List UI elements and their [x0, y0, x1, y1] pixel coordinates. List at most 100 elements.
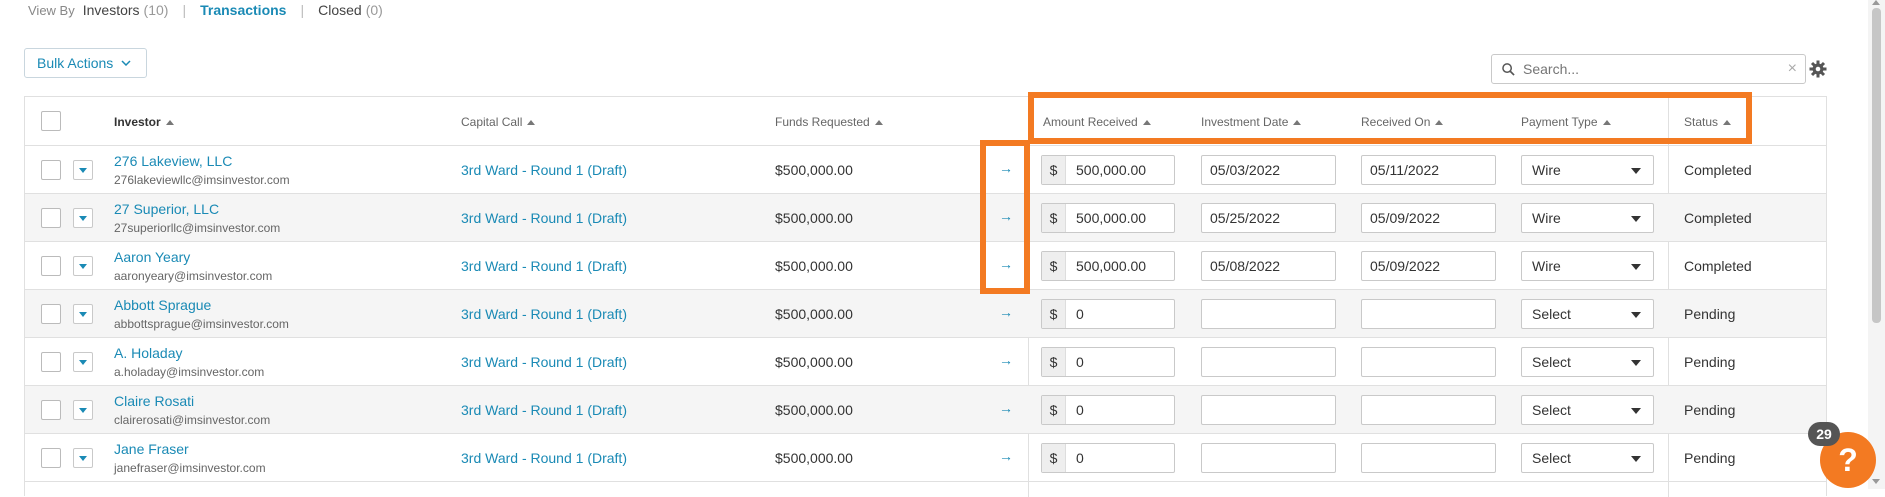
row-menu-button[interactable]	[73, 208, 93, 228]
row-menu-button[interactable]	[73, 448, 93, 468]
col-received-on[interactable]: Received On	[1361, 115, 1444, 129]
sort-asc-icon	[1293, 120, 1302, 125]
row-checkbox[interactable]	[41, 160, 61, 180]
received-on-field[interactable]: 05/09/2022	[1361, 203, 1496, 233]
investor-name-link[interactable]: Abbott Sprague	[114, 297, 211, 313]
received-on-field[interactable]: 05/09/2022	[1361, 251, 1496, 281]
row-checkbox[interactable]	[41, 208, 61, 228]
investment-date-field[interactable]	[1201, 443, 1336, 473]
table-row: Jane Fraser janefraser@imsinvestor.com 3rd…	[25, 434, 1826, 482]
copy-amount-arrow-icon[interactable]: →	[999, 352, 1013, 368]
payment-type-select[interactable]: Wire	[1521, 203, 1654, 233]
col-payment-type[interactable]: Payment Type	[1521, 115, 1611, 129]
amount-received-value: 0	[1076, 306, 1084, 322]
copy-amount-arrow-icon[interactable]: →	[999, 304, 1013, 320]
payment-type-select[interactable]: Select	[1521, 347, 1654, 377]
row-menu-button[interactable]	[73, 256, 93, 276]
currency-symbol: $	[1042, 252, 1066, 280]
view-by-transactions[interactable]: Transactions	[200, 2, 286, 18]
row-checkbox[interactable]	[41, 352, 61, 372]
investor-name-link[interactable]: 276 Lakeview, LLC	[114, 153, 232, 169]
row-checkbox[interactable]	[41, 256, 61, 276]
received-on-field[interactable]	[1361, 347, 1496, 377]
investor-name-link[interactable]: Jane Fraser	[114, 441, 189, 457]
capital-call-link[interactable]: 3rd Ward - Round 1 (Draft)	[461, 354, 627, 370]
scroll-up-icon	[1872, 0, 1880, 5]
amount-received-field[interactable]: $500,000.00	[1041, 251, 1175, 281]
select-all-checkbox[interactable]	[41, 111, 61, 131]
investor-name-link[interactable]: Claire Rosati	[114, 393, 194, 409]
col-investment-date[interactable]: Investment Date	[1201, 115, 1302, 129]
investment-date-field[interactable]: 05/03/2022	[1201, 155, 1336, 185]
status-text: Pending	[1684, 354, 1736, 370]
payment-type-select[interactable]: Wire	[1521, 155, 1654, 185]
row-menu-button[interactable]	[73, 304, 93, 324]
amount-received-field[interactable]: $0	[1041, 299, 1175, 329]
sort-asc-icon	[1142, 120, 1151, 125]
search-input[interactable]	[1523, 61, 1763, 77]
row-menu-button[interactable]	[73, 352, 93, 372]
received-on-field[interactable]	[1361, 299, 1496, 329]
investor-name-link[interactable]: Aaron Yeary	[114, 249, 190, 265]
amount-received-value: 500,000.00	[1076, 210, 1147, 226]
amount-received-field[interactable]: $0	[1041, 347, 1175, 377]
amount-received-value: 0	[1076, 402, 1084, 418]
col-amount-received[interactable]: Amount Received	[1043, 115, 1151, 129]
row-checkbox[interactable]	[41, 400, 61, 420]
clear-search-icon[interactable]: ×	[1788, 60, 1797, 78]
amount-received-field[interactable]: $0	[1041, 443, 1175, 473]
received-on-field[interactable]: 05/11/2022	[1361, 155, 1496, 185]
investment-date-field[interactable]	[1201, 395, 1336, 425]
col-status[interactable]: Status	[1684, 115, 1732, 129]
copy-amount-arrow-icon[interactable]: →	[999, 160, 1013, 176]
row-checkbox[interactable]	[41, 448, 61, 468]
scrollbar-thumb	[1872, 8, 1881, 323]
capital-call-link[interactable]: 3rd Ward - Round 1 (Draft)	[461, 450, 627, 466]
capital-call-link[interactable]: 3rd Ward - Round 1 (Draft)	[461, 402, 627, 418]
currency-symbol: $	[1042, 300, 1066, 328]
view-by-investors[interactable]: Investors (10)	[83, 2, 169, 18]
copy-amount-arrow-icon[interactable]: →	[999, 208, 1013, 224]
status-text: Pending	[1684, 402, 1736, 418]
amount-received-field[interactable]: $500,000.00	[1041, 203, 1175, 233]
col-investor[interactable]: Investor	[114, 115, 174, 129]
question-icon: ?	[1838, 441, 1858, 478]
col-capital-call[interactable]: Capital Call	[461, 115, 536, 129]
capital-call-link[interactable]: 3rd Ward - Round 1 (Draft)	[461, 306, 627, 322]
row-menu-button[interactable]	[73, 160, 93, 180]
search-icon	[1502, 62, 1515, 76]
gear-icon[interactable]	[1808, 59, 1828, 79]
investment-date-field[interactable]: 05/25/2022	[1201, 203, 1336, 233]
investment-date-field[interactable]	[1201, 299, 1336, 329]
sort-asc-icon	[527, 120, 536, 125]
payment-type-select[interactable]: Wire	[1521, 251, 1654, 281]
scrollbar[interactable]	[1868, 0, 1885, 489]
row-menu-button[interactable]	[73, 400, 93, 420]
capital-call-link[interactable]: 3rd Ward - Round 1 (Draft)	[461, 258, 627, 274]
bulk-actions-button[interactable]: Bulk Actions	[24, 48, 147, 78]
copy-amount-arrow-icon[interactable]: →	[999, 256, 1013, 272]
amount-received-field[interactable]: $500,000.00	[1041, 155, 1175, 185]
row-checkbox[interactable]	[41, 304, 61, 324]
received-on-field[interactable]	[1361, 395, 1496, 425]
copy-amount-arrow-icon[interactable]: →	[999, 400, 1013, 416]
capital-call-link[interactable]: 3rd Ward - Round 1 (Draft)	[461, 210, 627, 226]
view-by-label: View By	[28, 2, 75, 18]
copy-amount-arrow-icon[interactable]: →	[999, 448, 1013, 464]
payment-type-select[interactable]: Select	[1521, 443, 1654, 473]
payment-type-select[interactable]: Select	[1521, 395, 1654, 425]
capital-call-link[interactable]: 3rd Ward - Round 1 (Draft)	[461, 162, 627, 178]
payment-type-select[interactable]: Select	[1521, 299, 1654, 329]
investment-date-field[interactable]	[1201, 347, 1336, 377]
sort-asc-icon	[1602, 120, 1611, 125]
amount-received-field[interactable]: $0	[1041, 395, 1175, 425]
investor-name-link[interactable]: A. Holaday	[114, 345, 182, 361]
view-by-closed[interactable]: Closed (0)	[318, 2, 383, 18]
col-funds-requested[interactable]: Funds Requested	[775, 115, 883, 129]
received-on-field[interactable]	[1361, 443, 1496, 473]
investor-name-link[interactable]: 27 Superior, LLC	[114, 201, 219, 217]
currency-symbol: $	[1042, 396, 1066, 424]
status-text: Pending	[1684, 306, 1736, 322]
investment-date-field[interactable]: 05/08/2022	[1201, 251, 1336, 281]
funds-requested: $500,000.00	[775, 450, 853, 466]
